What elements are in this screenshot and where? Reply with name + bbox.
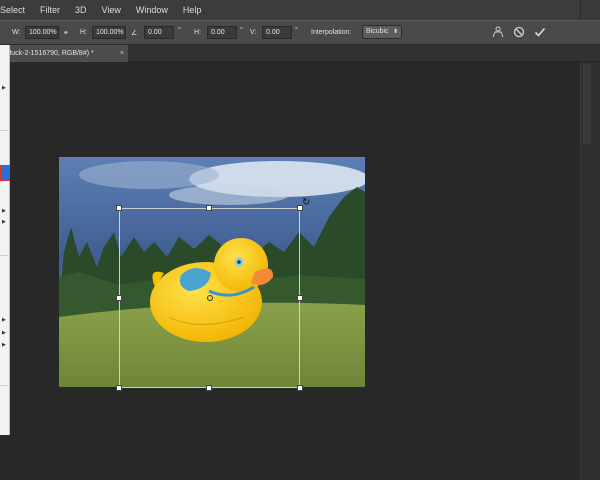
vskew-unit: ° xyxy=(295,27,298,34)
panel-arrow-icon[interactable]: ▶ xyxy=(2,342,6,348)
panel-divider xyxy=(0,385,10,386)
hskew-unit: ° xyxy=(240,27,243,34)
menu-help[interactable]: Help xyxy=(183,5,202,15)
document-tab-title: -duck-2-1516790, RGB/8#) * xyxy=(5,50,94,57)
transform-handle-left[interactable] xyxy=(116,295,122,301)
transform-handle-top-left[interactable] xyxy=(116,205,122,211)
hskew-field[interactable]: 0.00 xyxy=(207,26,237,39)
selected-layer-highlight[interactable] xyxy=(0,165,10,181)
commit-check-icon[interactable] xyxy=(533,26,547,40)
close-icon[interactable]: × xyxy=(120,45,124,62)
angle-unit: ° xyxy=(178,27,181,34)
vskew-label: V: xyxy=(250,29,257,36)
interpolation-select[interactable]: Bicubic ⬍ xyxy=(362,25,402,39)
transform-handle-top[interactable] xyxy=(206,205,212,211)
vskew-field[interactable]: 0.00 xyxy=(262,26,292,39)
document-tab[interactable]: -duck-2-1516790, RGB/8#) * × xyxy=(0,45,128,62)
options-bar: W: 100.00% ⚭ H: 100.00% ∠ 0.00 ° H: 0.00… xyxy=(0,20,600,45)
panel-divider xyxy=(0,130,10,131)
window-control[interactable] xyxy=(580,0,600,20)
transform-handle-bottom[interactable] xyxy=(206,385,212,391)
height-field[interactable]: 100.00% xyxy=(92,26,126,39)
landscape-photo xyxy=(59,157,365,387)
menu-bar: Select Filter 3D View Window Help xyxy=(0,0,600,20)
menu-filter[interactable]: Filter xyxy=(40,5,60,15)
warp-icon[interactable] xyxy=(491,26,505,40)
transform-handle-bottom-left[interactable] xyxy=(116,385,122,391)
menu-view[interactable]: View xyxy=(102,5,121,15)
select-arrow-icon: ⬍ xyxy=(392,29,398,35)
scrollbar-thumb[interactable] xyxy=(583,64,591,144)
document-tab-bar: -duck-2-1516790, RGB/8#) * × xyxy=(0,45,600,62)
document-image[interactable] xyxy=(59,157,365,387)
link-icon[interactable]: ⚭ xyxy=(63,29,69,37)
height-label: H: xyxy=(80,29,87,36)
menu-window[interactable]: Window xyxy=(136,5,168,15)
left-panel: ▶ ▶ ▶ ▶ ▶ ▶ xyxy=(0,45,10,435)
transform-reference-point[interactable] xyxy=(207,295,213,301)
panel-arrow-icon[interactable]: ▶ xyxy=(2,330,6,336)
panel-arrow-icon[interactable]: ▶ xyxy=(2,317,6,323)
interpolation-value: Bicubic xyxy=(366,28,389,35)
menu-3d[interactable]: 3D xyxy=(75,5,87,15)
transform-handle-right[interactable] xyxy=(297,295,303,301)
panel-arrow-icon[interactable]: ▶ xyxy=(2,219,6,225)
transform-handle-bottom-right[interactable] xyxy=(297,385,303,391)
angle-field[interactable]: 0.00 xyxy=(144,26,174,39)
hskew-label: H: xyxy=(194,29,201,36)
panel-divider xyxy=(0,255,10,256)
width-field[interactable]: 100.00% xyxy=(25,26,59,39)
panel-arrow-icon[interactable]: ▶ xyxy=(2,208,6,214)
panel-arrow-icon[interactable]: ▶ xyxy=(2,85,6,91)
interpolation-label: Interpolation: xyxy=(311,29,352,36)
vertical-scrollbar[interactable] xyxy=(580,62,600,480)
menu-select[interactable]: Select xyxy=(0,5,25,15)
width-label: W: xyxy=(12,29,21,36)
angle-icon: ∠ xyxy=(131,30,138,37)
rotate-cursor-icon: ↻ xyxy=(302,197,311,208)
cancel-icon[interactable] xyxy=(512,26,526,40)
